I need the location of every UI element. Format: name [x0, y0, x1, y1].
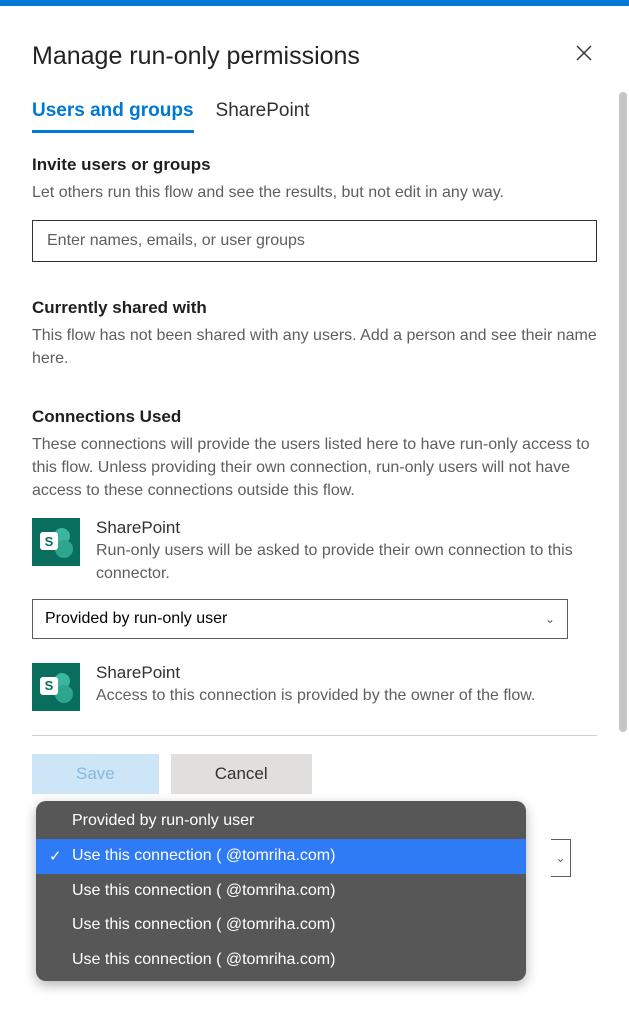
invite-description: Let others run this flow and see the res… — [32, 181, 597, 204]
connection-desc: Access to this connection is provided by… — [96, 685, 597, 707]
dropdown-option[interactable]: Use this connection ( @tomriha.com) — [36, 874, 526, 909]
connection-select-2-partial[interactable]: ⌄ — [551, 839, 571, 877]
invite-input[interactable] — [32, 220, 597, 262]
check-icon: ✓ — [49, 845, 62, 868]
sharepoint-icon: S — [32, 663, 80, 711]
shared-heading: Currently shared with — [32, 298, 597, 318]
connection-dropdown: Provided by run-only user ✓ Use this con… — [36, 801, 526, 981]
divider — [32, 735, 597, 736]
shared-description: This flow has not been shared with any u… — [32, 324, 597, 370]
connections-description: These connections will provide the users… — [32, 433, 597, 503]
connection-select-value: Provided by run-only user — [45, 610, 227, 628]
dropdown-option[interactable]: Use this connection ( @tomriha.com) — [36, 908, 526, 943]
close-button[interactable] — [571, 40, 597, 72]
connection-desc: Run-only users will be asked to provide … — [96, 540, 597, 585]
dropdown-option[interactable]: Use this connection ( @tomriha.com) — [36, 943, 526, 978]
invite-heading: Invite users or groups — [32, 155, 597, 175]
tab-users-and-groups[interactable]: Users and groups — [32, 100, 194, 133]
dropdown-option-label: Use this connection ( @tomriha.com) — [72, 847, 335, 864]
connection-name: SharePoint — [96, 663, 597, 683]
chevron-down-icon: ⌄ — [545, 612, 555, 626]
dialog-title: Manage run-only permissions — [32, 42, 360, 71]
chevron-down-icon: ⌄ — [555, 851, 565, 865]
tab-bar: Users and groups SharePoint — [0, 100, 629, 133]
sharepoint-icon: S — [32, 518, 80, 566]
connections-heading: Connections Used — [32, 407, 597, 427]
save-button[interactable]: Save — [32, 754, 159, 794]
close-icon — [575, 44, 593, 62]
connection-select-1[interactable]: Provided by run-only user ⌄ — [32, 599, 568, 639]
cancel-button[interactable]: Cancel — [171, 754, 312, 794]
tab-sharepoint[interactable]: SharePoint — [216, 100, 310, 133]
connection-name: SharePoint — [96, 518, 597, 538]
dropdown-option[interactable]: Provided by run-only user — [36, 804, 526, 839]
scrollbar[interactable] — [619, 92, 627, 732]
dropdown-option[interactable]: ✓ Use this connection ( @tomriha.com) — [36, 839, 526, 874]
